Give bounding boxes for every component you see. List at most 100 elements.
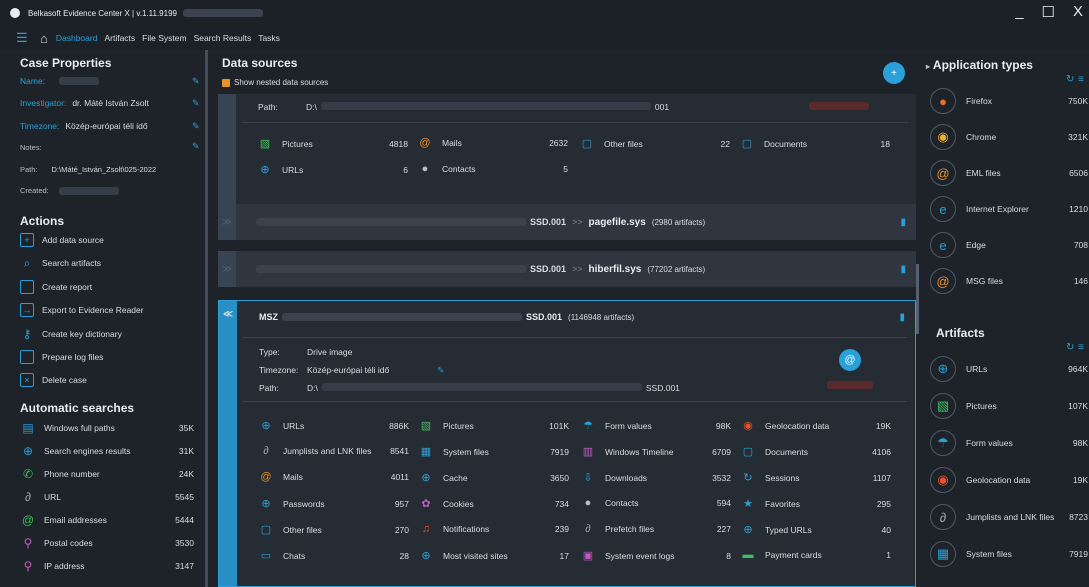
delete-icon: × <box>20 373 34 387</box>
artifact-item[interactable]: ⊕ Passwords 957 <box>257 497 409 510</box>
artifact-item[interactable]: ⊕ Cache 3650 <box>417 471 569 484</box>
tab-dashboard[interactable]: Dashboard <box>56 33 98 43</box>
expand-chevron-icon[interactable]: ≫ <box>218 204 236 240</box>
artifact-item[interactable]: ▬ Payment cards 1 <box>739 549 892 561</box>
delete-icon[interactable]: ▮ <box>899 312 905 323</box>
artifact-urls[interactable]: ⊕ URLs 6 <box>256 163 408 176</box>
delete-icon[interactable]: ▮ <box>900 264 906 275</box>
artifact-item[interactable]: ⊕ URLs 886K <box>257 419 409 432</box>
minimize-button[interactable]: _ <box>1015 3 1023 21</box>
auto-search-item[interactable]: ⊕ Search engines results 31K <box>20 443 194 459</box>
artifact-item[interactable]: @ Mails 4011 <box>257 471 409 483</box>
artifact-item[interactable]: ⊕ Most visited sites 17 <box>417 549 569 562</box>
tab-file-system[interactable]: File System <box>142 33 186 43</box>
artifact-type-item[interactable]: ☂ Form values 98K <box>930 430 1088 456</box>
auto-search-item[interactable]: ✆ Phone number 24K <box>20 466 194 482</box>
tab-artifacts[interactable]: Artifacts <box>104 33 135 43</box>
edit-investigator-icon[interactable]: ✎ <box>192 98 200 109</box>
application-type-item[interactable]: ● Firefox 750K <box>930 88 1088 114</box>
expand-chevron-icon[interactable]: ≫ <box>218 251 236 287</box>
add-data-source-action[interactable]: + Add data source <box>20 233 104 247</box>
artifact-item[interactable]: ★ Favorites 295 <box>739 497 891 510</box>
close-button[interactable]: X <box>1073 3 1083 21</box>
tab-tasks[interactable]: Tasks <box>258 33 280 43</box>
application-type-item[interactable]: ◉ Chrome 321K <box>930 124 1088 150</box>
artifact-count: 17 <box>559 550 569 561</box>
artifact-item[interactable]: ✿ Cookies 734 <box>417 497 569 510</box>
application-type-item[interactable]: @ EML files 6506 <box>930 160 1088 186</box>
middle-scrollbar[interactable] <box>916 264 919 334</box>
home-icon[interactable]: ⌂ <box>40 31 48 46</box>
show-nested-checkbox[interactable]: Show nested data sources <box>222 78 328 87</box>
collapse-arrow-icon[interactable]: ▸ <box>926 62 930 71</box>
add-data-source-button[interactable]: + <box>883 62 905 84</box>
list-view-icon[interactable]: ≡ <box>1078 342 1084 353</box>
artifact-type-label: Geolocation data <box>966 475 1031 485</box>
auto-search-item[interactable]: ⚲ IP address 3147 <box>20 558 194 574</box>
data-sources-title: Data sources <box>222 56 298 70</box>
artifact-item[interactable]: ▭ Chats 28 <box>257 549 409 562</box>
artifact-item[interactable]: ● Contacts 594 <box>579 497 731 509</box>
analyze-button[interactable]: @ <box>839 349 861 371</box>
artifact-item[interactable]: ◉ Geolocation data 19K <box>739 419 891 432</box>
maximize-button[interactable]: ☐ <box>1042 3 1055 21</box>
data-source-row-hiberfil[interactable]: ≫ SSD.001 >> hiberfil.sys (77202 artifac… <box>218 251 916 287</box>
artifact-item[interactable]: ∂ Jumplists and LNK files 8541 <box>257 445 409 457</box>
edit-timezone-icon[interactable]: ✎ <box>192 121 200 132</box>
artifact-contacts[interactable]: ● Contacts 5 <box>416 163 568 175</box>
auto-search-item[interactable]: ▤ Windows full paths 35K <box>20 420 194 436</box>
auto-search-item[interactable]: ⚲ Postal codes 3530 <box>20 535 194 551</box>
geolocation-icon: ◉ <box>743 420 753 432</box>
export-evidence-reader-action[interactable]: → Export to Evidence Reader <box>20 303 144 317</box>
delete-case-action[interactable]: × Delete case <box>20 373 87 387</box>
auto-search-item[interactable]: ∂ URL 5545 <box>20 489 194 505</box>
path-icon: ▤ <box>22 421 34 435</box>
artifact-item[interactable]: ▧ Pictures 101K <box>417 419 569 432</box>
artifact-item[interactable]: ♫ Notifications 239 <box>417 523 569 535</box>
artifact-item[interactable]: ▦ System files 7919 <box>417 445 569 458</box>
artifact-item[interactable]: ▣ System event logs 8 <box>579 549 731 562</box>
data-source-row-pagefile[interactable]: ≫ SSD.001 >> pagefile.sys (2980 artifact… <box>218 204 916 240</box>
artifact-item[interactable]: ☂ Form values 98K <box>579 419 731 432</box>
artifact-type-item[interactable]: ▧ Pictures 107K <box>930 393 1088 419</box>
artifact-item[interactable]: ▢ Other files 270 <box>257 523 409 536</box>
application-type-count: 708 <box>1073 240 1088 250</box>
create-key-dictionary-action[interactable]: ⚷ Create key dictionary <box>20 327 122 341</box>
artifact-item[interactable]: ▥ Windows Timeline 6709 <box>579 445 731 458</box>
artifact-mails[interactable]: @ Mails 2632 <box>416 137 568 149</box>
left-scrollbar[interactable] <box>205 50 208 587</box>
application-type-item[interactable]: @ MSG files 146 <box>930 268 1088 294</box>
edit-timezone-icon[interactable]: ✎ <box>437 365 444 376</box>
auto-search-count: 35K <box>178 423 194 433</box>
search-artifacts-action[interactable]: ⌕ Search artifacts <box>20 256 101 270</box>
artifact-type-item[interactable]: ∂ Jumplists and LNK files 8723 <box>930 504 1088 530</box>
application-type-item[interactable]: e Edge 708 <box>930 232 1088 258</box>
artifact-type-item[interactable]: ◉ Geolocation data 19K <box>930 467 1088 493</box>
collapse-chevron-icon[interactable]: ≪ <box>219 301 237 586</box>
case-name-row: Name: <box>20 76 100 86</box>
delete-icon[interactable]: ▮ <box>900 217 906 228</box>
artifact-count: 6 <box>403 164 408 175</box>
artifact-item[interactable]: ⊕ Typed URLs 40 <box>739 523 891 536</box>
refresh-icon[interactable]: ↻ <box>1066 74 1074 85</box>
artifact-label: System event logs <box>605 550 675 561</box>
artifact-item[interactable]: ∂ Prefetch files 227 <box>579 523 731 535</box>
hamburger-menu-icon[interactable]: ☰ <box>16 30 30 46</box>
create-report-action[interactable]: Create report <box>20 280 92 294</box>
prepare-log-files-action[interactable]: Prepare log files <box>20 350 103 364</box>
refresh-icon[interactable]: ↻ <box>1066 342 1074 353</box>
artifact-pictures[interactable]: ▧ Pictures 4818 <box>256 137 408 150</box>
application-type-item[interactable]: e Internet Explorer 1210 <box>930 196 1088 222</box>
tab-search-results[interactable]: Search Results <box>194 33 252 43</box>
auto-search-item[interactable]: @ Email addresses 5444 <box>20 512 194 528</box>
artifact-item[interactable]: ↻ Sessions 1107 <box>739 471 891 484</box>
edit-notes-icon[interactable]: ✎ <box>192 141 200 152</box>
list-view-icon[interactable]: ≡ <box>1078 74 1084 85</box>
artifact-documents[interactable]: ▢ Documents 18 <box>738 137 890 150</box>
edit-name-icon[interactable]: ✎ <box>192 76 200 87</box>
artifact-other-files[interactable]: ▢ Other files 22 <box>578 137 730 150</box>
artifact-type-item[interactable]: ⊕ URLs 964K <box>930 356 1088 382</box>
artifact-type-item[interactable]: ▦ System files 7919 <box>930 541 1088 567</box>
artifact-item[interactable]: ▢ Documents 4106 <box>739 445 891 458</box>
artifact-item[interactable]: ⇩ Downloads 3532 <box>579 471 731 484</box>
